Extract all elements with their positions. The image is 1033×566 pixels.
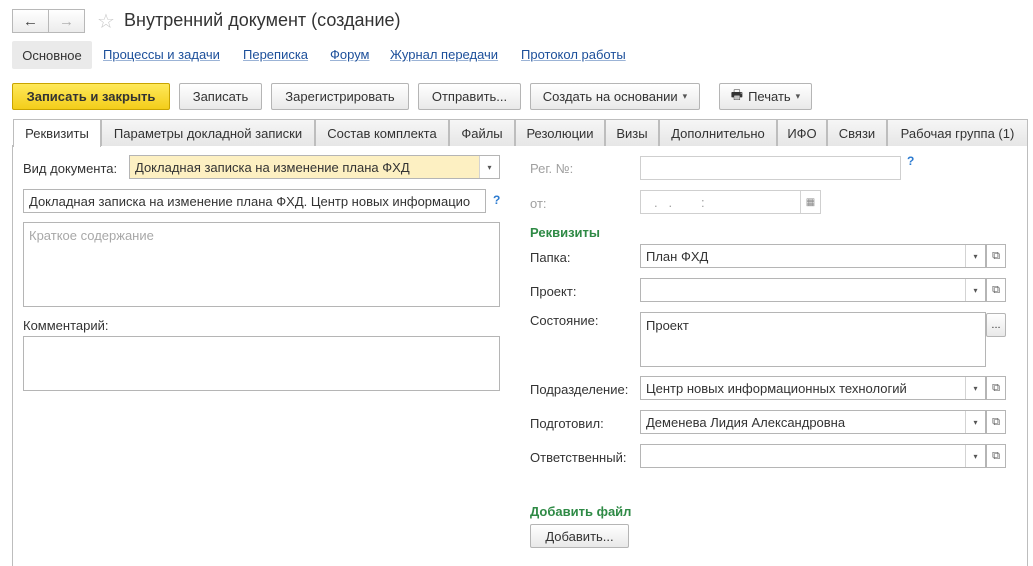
responsible-label: Ответственный:	[530, 450, 627, 465]
state-label: Состояние:	[530, 313, 599, 328]
chevron-down-icon[interactable]: ▾	[479, 156, 499, 178]
folder-field[interactable]: План ФХД ▾	[640, 244, 986, 268]
responsible-field[interactable]: ▾	[640, 444, 986, 468]
tab-memo-params[interactable]: Параметры докладной записки	[101, 119, 315, 146]
tab-links[interactable]: Связи	[827, 119, 887, 146]
save-button[interactable]: Записать	[179, 83, 262, 110]
create-based-on-button[interactable]: Создать на основании ▾	[530, 83, 700, 110]
date-value: . . :	[654, 194, 705, 210]
chevron-down-icon[interactable]: ▾	[965, 445, 985, 467]
doc-type-label: Вид документа:	[23, 161, 118, 176]
register-button[interactable]: Зарегистрировать	[271, 83, 409, 110]
prepared-by-field[interactable]: Деменева Лидия Александровна ▾	[640, 410, 986, 434]
add-file-button[interactable]: Добавить...	[530, 524, 629, 548]
summary-placeholder: Краткое содержание	[29, 228, 154, 243]
page-title: Внутренний документ (создание)	[124, 10, 401, 30]
project-field[interactable]: ▾	[640, 278, 986, 302]
doc-type-field[interactable]: Докладная записка на изменение плана ФХД…	[129, 155, 500, 179]
title-value: Докладная записка на изменение плана ФХД…	[29, 193, 471, 209]
department-field[interactable]: Центр новых информационных технологий ▾	[640, 376, 986, 400]
nav-link-forum[interactable]: Форум	[330, 47, 370, 62]
comment-label: Комментарий:	[23, 318, 109, 333]
chevron-down-icon[interactable]: ▾	[965, 279, 985, 301]
reg-no-label: Рег. №:	[530, 161, 574, 176]
tab-requisites[interactable]: Реквизиты	[13, 119, 101, 147]
chevron-down-icon[interactable]: ▾	[965, 245, 985, 267]
print-button[interactable]: 🖶 Печать ▾	[719, 83, 812, 110]
folder-label: Папка:	[530, 250, 571, 265]
open-icon[interactable]: ⧉	[986, 278, 1006, 302]
date-field[interactable]: . . : ▦	[640, 190, 821, 214]
open-icon[interactable]: ⧉	[986, 444, 1006, 468]
chevron-down-icon[interactable]: ▾	[965, 411, 985, 433]
tab-kit[interactable]: Состав комплекта	[315, 119, 449, 146]
date-label: от:	[530, 196, 547, 211]
forward-button[interactable]: →	[48, 9, 85, 33]
chevron-down-icon: ▾	[795, 91, 801, 101]
arrow-right-icon: →	[59, 12, 74, 30]
nav-link-correspondence[interactable]: Переписка	[243, 47, 308, 62]
arrow-left-icon: ←	[23, 12, 38, 30]
chevron-down-icon[interactable]: ▾	[965, 377, 985, 399]
help-icon[interactable]: ?	[907, 154, 914, 168]
star-icon[interactable]: ☆	[97, 9, 115, 34]
state-select-button[interactable]: ...	[986, 313, 1006, 337]
nav-link-work-log[interactable]: Протокол работы	[521, 47, 626, 62]
prepared-by-value: Деменева Лидия Александровна	[646, 414, 846, 430]
requisites-section-title: Реквизиты	[530, 225, 600, 240]
nav-link-main[interactable]: Основное	[12, 41, 92, 69]
calendar-icon[interactable]: ▦	[800, 191, 820, 213]
chevron-down-icon: ▾	[682, 91, 688, 101]
prepared-by-label: Подготовил:	[530, 416, 604, 431]
save-and-close-button[interactable]: Записать и закрыть	[12, 83, 170, 110]
nav-link-transfer-log[interactable]: Журнал передачи	[390, 47, 498, 62]
department-label: Подразделение:	[530, 382, 629, 397]
department-value: Центр новых информационных технологий	[646, 380, 907, 396]
summary-textarea[interactable]: Краткое содержание	[23, 222, 500, 307]
tab-additional[interactable]: Дополнительно	[659, 119, 777, 146]
title-field[interactable]: Докладная записка на изменение плана ФХД…	[23, 189, 486, 213]
tab-visas[interactable]: Визы	[605, 119, 659, 146]
state-field[interactable]: Проект	[640, 312, 986, 367]
nav-link-processes[interactable]: Процессы и задачи	[103, 47, 220, 62]
create-based-on-label: Создать на основании	[542, 89, 678, 104]
add-file-title: Добавить файл	[530, 504, 632, 519]
open-icon[interactable]: ⧉	[986, 244, 1006, 268]
open-icon[interactable]: ⧉	[986, 376, 1006, 400]
comment-textarea[interactable]	[23, 336, 500, 391]
print-label: Печать	[748, 89, 791, 104]
open-icon[interactable]: ⧉	[986, 410, 1006, 434]
reg-no-field[interactable]	[640, 156, 901, 180]
send-button[interactable]: Отправить...	[418, 83, 521, 110]
folder-value: План ФХД	[646, 248, 709, 264]
help-icon[interactable]: ?	[493, 193, 500, 207]
project-label: Проект:	[530, 284, 577, 299]
doc-type-value: Докладная записка на изменение плана ФХД	[135, 159, 410, 175]
tab-files[interactable]: Файлы	[449, 119, 515, 146]
printer-icon: 🖶	[730, 86, 744, 102]
tab-workgroup[interactable]: Рабочая группа (1)	[887, 119, 1028, 146]
tab-ifo[interactable]: ИФО	[777, 119, 827, 146]
tab-resolutions[interactable]: Резолюции	[515, 119, 605, 146]
state-value: Проект	[646, 318, 689, 333]
back-button[interactable]: ←	[12, 9, 49, 33]
